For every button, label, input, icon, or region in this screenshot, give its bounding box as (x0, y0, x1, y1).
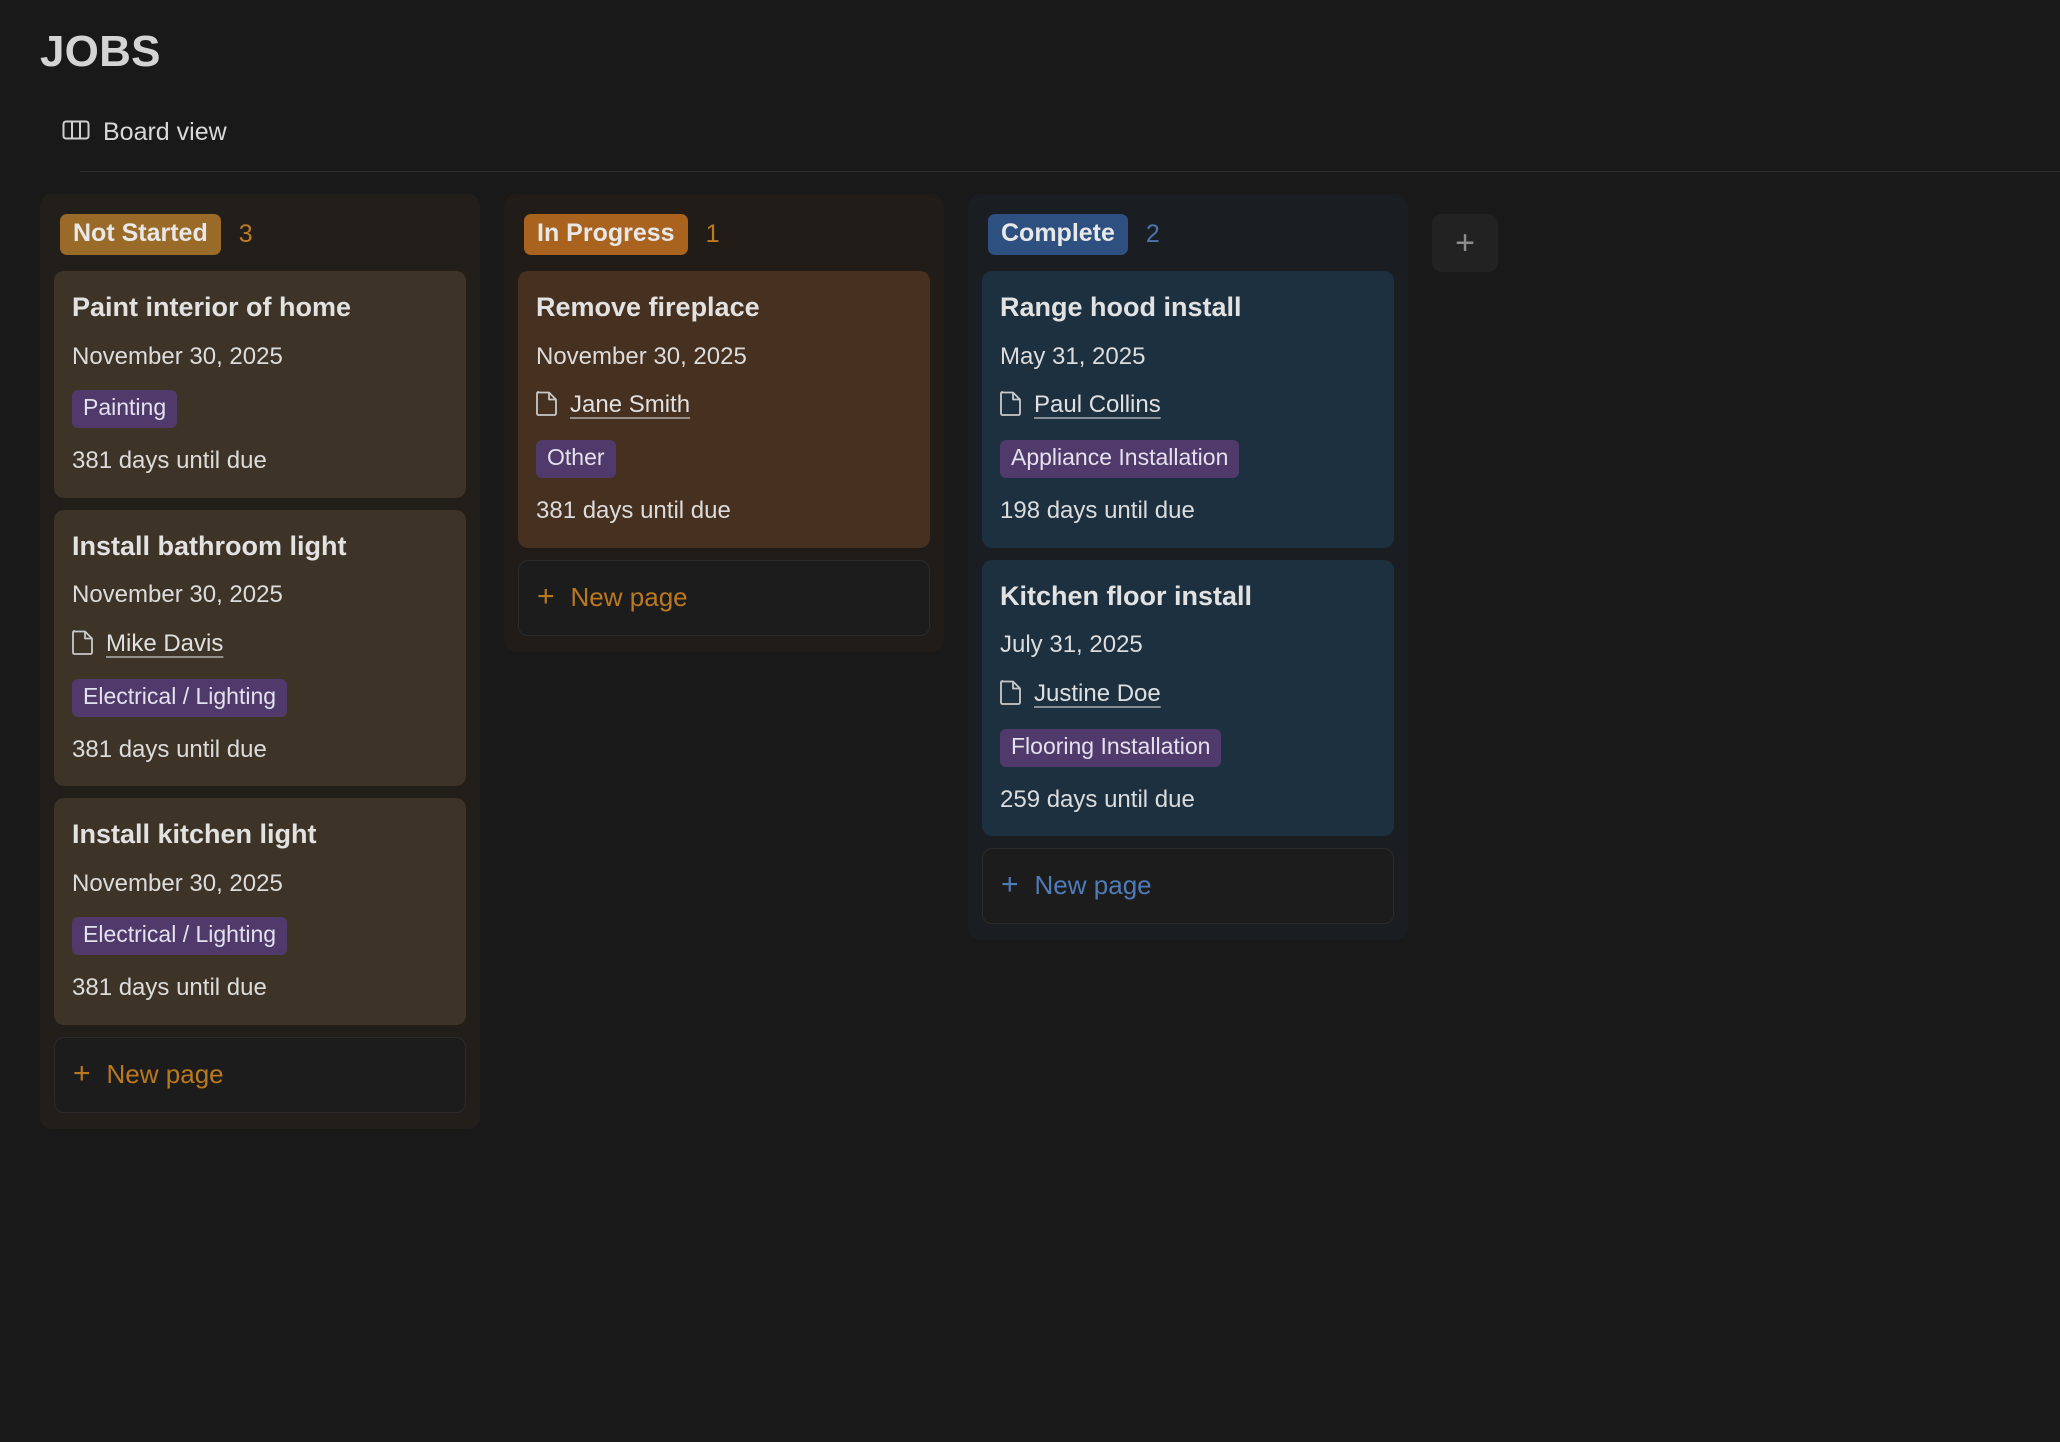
card-due: 381 days until due (72, 974, 267, 1002)
card-person-name[interactable]: Mike Davis (106, 630, 223, 659)
card-date: November 30, 2025 (72, 581, 283, 609)
card-due: 198 days until due (1000, 496, 1195, 524)
card-due: 381 days until due (72, 446, 267, 474)
column-header-complete: Complete 2 (982, 208, 1394, 271)
card-date: July 31, 2025 (1000, 631, 1143, 659)
board-page: JOBS Board view Not Started 3 Paint inte… (0, 0, 2060, 1442)
new-page-label: New page (570, 581, 688, 612)
card-title: Paint interior of home (72, 292, 352, 323)
view-tab-label: Board view (103, 118, 227, 147)
board-column-in-progress: In Progress 1 Remove fireplace November … (504, 194, 944, 652)
board-card[interactable]: Install kitchen light November 30, 2025 … (54, 798, 466, 1025)
card-due: 259 days until due (1000, 785, 1195, 813)
page-document-icon (72, 629, 94, 660)
card-tag[interactable]: Other (536, 440, 616, 478)
card-title: Remove fireplace (536, 292, 760, 323)
card-tag[interactable]: Electrical / Lighting (72, 678, 288, 717)
card-title: Range hood install (1000, 292, 1242, 323)
plus-icon: + (537, 579, 555, 613)
card-date: May 31, 2025 (1000, 342, 1146, 370)
card-tag[interactable]: Flooring Installation (1000, 728, 1222, 767)
column-header-not-started: Not Started 3 (54, 208, 466, 271)
card-title: Kitchen floor install (1000, 580, 1253, 611)
card-title: Install kitchen light (72, 819, 317, 850)
view-tab-board[interactable]: Board view (40, 118, 2060, 147)
status-badge-not-started[interactable]: Not Started (60, 214, 221, 256)
card-person[interactable]: Paul Collins (1000, 390, 1376, 421)
new-page-label: New page (106, 1058, 224, 1089)
page-header: JOBS Board view (0, 0, 2060, 173)
card-person-name[interactable]: Justine Doe (1034, 680, 1161, 709)
new-page-button-in-progress[interactable]: + New page (518, 559, 930, 636)
card-person-name[interactable]: Jane Smith (570, 391, 690, 420)
card-list-in-progress: Remove fireplace November 30, 2025 Jane … (518, 271, 930, 548)
card-person-name[interactable]: Paul Collins (1034, 391, 1161, 420)
column-count-not-started: 3 (238, 220, 253, 249)
column-header-in-progress: In Progress 1 (518, 208, 930, 271)
card-due: 381 days until due (72, 735, 267, 763)
new-page-label: New page (1034, 870, 1152, 901)
board-card[interactable]: Install bathroom light November 30, 2025… (54, 509, 466, 787)
page-document-icon (1000, 390, 1022, 421)
board-columns-icon (62, 118, 90, 147)
board-card[interactable]: Remove fireplace November 30, 2025 Jane … (518, 271, 930, 548)
add-column-button[interactable]: + (1432, 214, 1498, 273)
plus-icon: + (1001, 868, 1019, 902)
column-count-in-progress: 1 (705, 220, 720, 249)
card-date: November 30, 2025 (72, 342, 283, 370)
board-column-not-started: Not Started 3 Paint interior of home Nov… (40, 194, 480, 1129)
card-person[interactable]: Mike Davis (72, 629, 448, 660)
card-tag[interactable]: Painting (72, 390, 178, 428)
card-list-complete: Range hood install May 31, 2025 Paul Col… (982, 271, 1394, 837)
new-page-button-complete[interactable]: + New page (982, 848, 1394, 925)
card-due: 381 days until due (536, 496, 731, 524)
new-page-button-not-started[interactable]: + New page (54, 1036, 466, 1113)
card-date: November 30, 2025 (536, 342, 747, 370)
board-card[interactable]: Kitchen floor install July 31, 2025 Just… (982, 559, 1394, 837)
board-card[interactable]: Range hood install May 31, 2025 Paul Col… (982, 271, 1394, 548)
plus-icon: + (73, 1056, 91, 1090)
card-date: November 30, 2025 (72, 869, 283, 897)
plus-icon: + (1455, 224, 1475, 263)
status-badge-complete[interactable]: Complete (988, 214, 1128, 256)
page-document-icon (1000, 679, 1022, 710)
page-title: JOBS (40, 27, 161, 76)
card-person[interactable]: Jane Smith (536, 390, 912, 421)
card-tag[interactable]: Appliance Installation (1000, 440, 1240, 478)
card-tag[interactable]: Electrical / Lighting (72, 917, 288, 956)
board-column-complete: Complete 2 Range hood install May 31, 20… (968, 194, 1408, 941)
column-count-complete: 2 (1145, 220, 1160, 249)
card-list-not-started: Paint interior of home November 30, 2025… (54, 271, 466, 1025)
board-columns: Not Started 3 Paint interior of home Nov… (0, 172, 2060, 1129)
card-title: Install bathroom light (72, 530, 347, 561)
page-document-icon (536, 390, 558, 421)
status-badge-in-progress[interactable]: In Progress (524, 214, 688, 256)
board-card[interactable]: Paint interior of home November 30, 2025… (54, 271, 466, 498)
card-person[interactable]: Justine Doe (1000, 679, 1376, 710)
